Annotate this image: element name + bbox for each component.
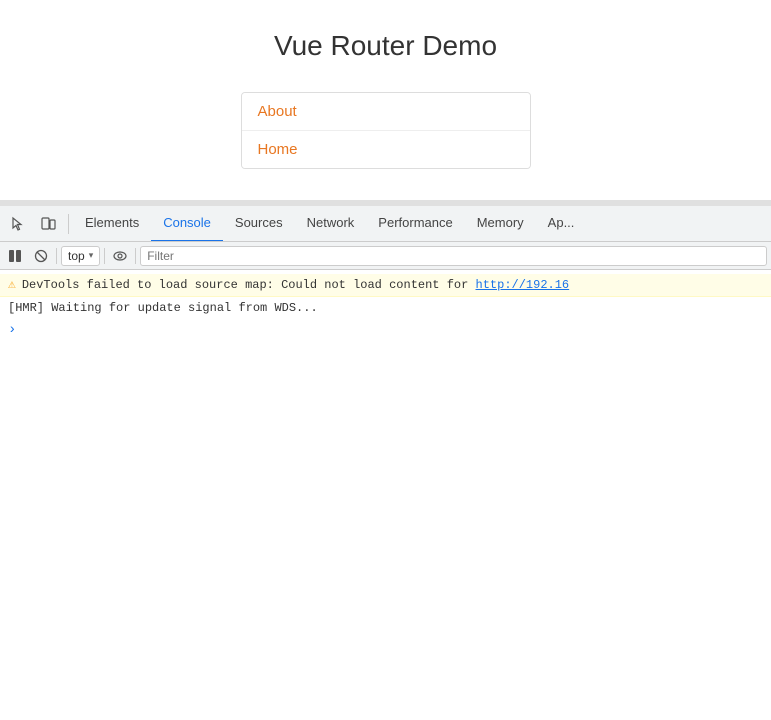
device-icon-btn[interactable]	[34, 210, 62, 238]
toolbar-separator-3	[135, 248, 136, 264]
play-icon	[8, 249, 22, 263]
ban-icon	[34, 249, 48, 263]
tab-elements[interactable]: Elements	[73, 206, 151, 242]
devtools-tabs: Elements Console Sources Network Perform…	[0, 206, 771, 242]
top-label: top	[68, 249, 85, 263]
dropdown-arrow-icon: ▾	[89, 250, 94, 261]
nav-link-home[interactable]: Home	[242, 131, 530, 168]
tab-memory[interactable]: Memory	[465, 206, 536, 242]
tab-console[interactable]: Console	[151, 206, 223, 242]
console-prompt-line[interactable]: ›	[0, 320, 771, 340]
tab-application[interactable]: Ap...	[536, 206, 587, 242]
page-title: Vue Router Demo	[274, 30, 497, 62]
warning-text-prefix: DevTools failed to load source map: Coul…	[22, 278, 476, 292]
toolbar-separator-2	[104, 248, 105, 264]
tab-performance[interactable]: Performance	[366, 206, 464, 242]
devtools-panel: Elements Console Sources Network Perform…	[0, 206, 771, 720]
page-area: Vue Router Demo About Home	[0, 0, 771, 200]
warning-icon: ⚠	[8, 276, 16, 294]
ban-icon-btn[interactable]	[30, 245, 52, 267]
device-icon	[40, 216, 56, 232]
eye-icon	[113, 249, 127, 263]
cursor-icon	[10, 216, 26, 232]
eye-icon-btn[interactable]	[109, 245, 131, 267]
console-warning-line: ⚠ DevTools failed to load source map: Co…	[0, 274, 771, 297]
console-output: ⚠ DevTools failed to load source map: Co…	[0, 270, 771, 720]
nav-link-about[interactable]: About	[242, 93, 530, 131]
tab-sources[interactable]: Sources	[223, 206, 295, 242]
toolbar-separator-1	[56, 248, 57, 264]
tab-separator-1	[68, 214, 69, 234]
inspect-icon-btn[interactable]	[4, 210, 32, 238]
hmr-text: [HMR] Waiting for update signal from WDS…	[8, 299, 318, 317]
top-selector[interactable]: top ▾	[61, 246, 100, 266]
play-icon-btn[interactable]	[4, 245, 26, 267]
devtools-toolbar: top ▾	[0, 242, 771, 270]
warning-link[interactable]: http://192.16	[476, 278, 570, 292]
tab-network[interactable]: Network	[295, 206, 367, 242]
filter-input[interactable]	[140, 246, 767, 266]
console-hmr-line: [HMR] Waiting for update signal from WDS…	[0, 297, 771, 320]
prompt-arrow-icon: ›	[8, 322, 16, 338]
warning-text: DevTools failed to load source map: Coul…	[22, 276, 569, 294]
nav-box: About Home	[241, 92, 531, 169]
